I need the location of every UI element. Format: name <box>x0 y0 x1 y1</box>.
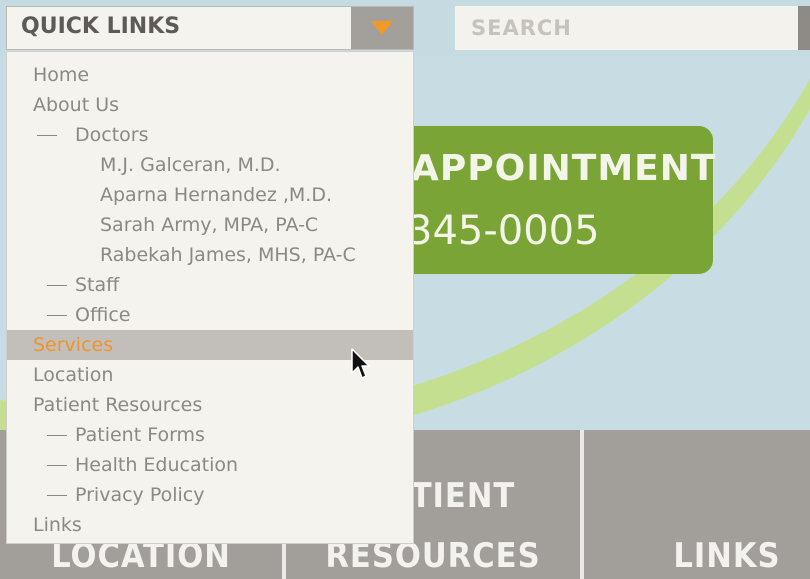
indent-dash <box>37 135 57 136</box>
menu-item-label: Sarah Army, MPA, PA-C <box>100 214 319 236</box>
menu-item-about-us[interactable]: About Us <box>7 90 413 120</box>
quick-links-dropdown[interactable]: QUICK LINKS <box>6 6 414 50</box>
menu-item-label: Links <box>33 514 82 536</box>
quick-links-menu: Home About Us Doctors M.J. Galceran, M.D… <box>6 51 414 544</box>
menu-item-label: Staff <box>75 274 120 296</box>
menu-item-label: Aparna Hernandez ,M.D. <box>100 184 332 206</box>
menu-item-label: M.J. Galceran, M.D. <box>100 154 281 176</box>
menu-item-label: Patient Forms <box>75 424 205 446</box>
menu-item-home[interactable]: Home <box>7 60 413 90</box>
bottom-nav-links-label: LINKS <box>673 536 781 576</box>
mouse-pointer-icon <box>351 348 370 379</box>
menu-item-doctor[interactable]: Rabekah James, MHS, PA-C <box>7 240 413 270</box>
quick-links-title: QUICK LINKS <box>21 14 181 39</box>
menu-item-patient-resources[interactable]: Patient Resources <box>7 390 413 420</box>
indent-dash <box>47 315 67 316</box>
search-button[interactable] <box>798 6 810 50</box>
appointment-phone: 345-0005 <box>407 208 600 254</box>
appointment-title: APPOINTMENT <box>411 148 717 189</box>
menu-item-label: About Us <box>33 94 120 116</box>
menu-item-label: Home <box>33 64 90 86</box>
menu-item-label: Office <box>75 304 131 326</box>
caret-down-icon <box>371 21 393 35</box>
menu-item-health-education[interactable]: Health Education <box>7 450 413 480</box>
indent-dash <box>47 495 67 496</box>
menu-item-patient-forms[interactable]: Patient Forms <box>7 420 413 450</box>
indent-dash <box>47 465 67 466</box>
menu-item-label: Services <box>33 334 114 356</box>
menu-item-doctor[interactable]: Aparna Hernandez ,M.D. <box>7 180 413 210</box>
menu-item-label: Rabekah James, MHS, PA-C <box>100 244 356 266</box>
menu-item-privacy-policy[interactable]: Privacy Policy <box>7 480 413 510</box>
quick-links-toggle-button[interactable] <box>351 7 413 49</box>
menu-item-links[interactable]: Links <box>7 510 413 540</box>
menu-item-label: Health Education <box>75 454 239 476</box>
menu-item-doctor[interactable]: Sarah Army, MPA, PA-C <box>7 210 413 240</box>
menu-item-doctor[interactable]: M.J. Galceran, M.D. <box>7 150 413 180</box>
indent-dash <box>47 285 67 286</box>
menu-item-office[interactable]: Office <box>7 300 413 330</box>
indent-dash <box>47 435 67 436</box>
menu-item-doctors[interactable]: Doctors <box>7 120 413 150</box>
menu-item-label: Doctors <box>75 124 149 146</box>
page: LOCATION TIENT RESOURCES LINKS APPOINTME… <box>0 0 810 579</box>
bottom-nav-links[interactable]: LINKS <box>584 430 810 579</box>
search-box <box>455 6 798 50</box>
search-input[interactable] <box>455 6 791 50</box>
menu-item-label: Patient Resources <box>33 394 203 416</box>
menu-item-label: Privacy Policy <box>75 484 205 506</box>
menu-item-label: Location <box>33 364 114 386</box>
menu-item-staff[interactable]: Staff <box>7 270 413 300</box>
